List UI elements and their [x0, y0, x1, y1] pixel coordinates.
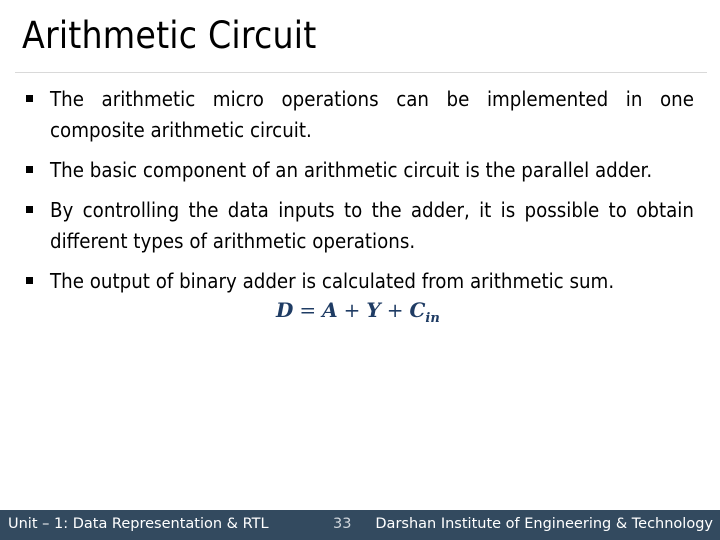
- square-bullet-icon: [26, 166, 33, 173]
- bullet-list: The arithmetic micro operations can be i…: [22, 84, 696, 306]
- slide-title: Arithmetic Circuit: [22, 14, 317, 57]
- square-bullet-icon: [26, 277, 33, 284]
- bullet-item: The basic component of an arithmetic cir…: [22, 155, 696, 186]
- footer-institute: Darshan Institute of Engineering & Techn…: [375, 516, 713, 532]
- square-bullet-icon: [26, 206, 33, 213]
- formula-equals: =: [299, 298, 317, 322]
- footer-unit: Unit – 1: Data Representation & RTL: [8, 516, 269, 532]
- title-divider: [15, 72, 707, 73]
- formula-c-subscript: in: [425, 311, 440, 326]
- footer-bar: Unit – 1: Data Representation & RTL 33 D…: [0, 510, 720, 540]
- bullet-item: By controlling the data inputs to the ad…: [22, 195, 696, 257]
- bullet-item: The output of binary adder is calculated…: [22, 266, 696, 297]
- bullet-text: By controlling the data inputs to the ad…: [50, 198, 694, 253]
- formula-c: C: [409, 298, 426, 322]
- formula-a: A: [322, 298, 338, 322]
- sum-formula: D = A + Y + Cin: [276, 298, 440, 326]
- bullet-text: The arithmetic micro operations can be i…: [50, 87, 694, 142]
- page-number: 33: [333, 516, 352, 532]
- square-bullet-icon: [26, 95, 33, 102]
- bullet-item: The arithmetic micro operations can be i…: [22, 84, 696, 146]
- bullet-text: The basic component of an arithmetic cir…: [50, 158, 653, 182]
- bullet-text: The output of binary adder is calculated…: [50, 269, 615, 293]
- formula-plus: +: [386, 298, 404, 322]
- formula-d: D: [276, 298, 294, 322]
- formula-y: Y: [366, 298, 381, 322]
- formula-plus: +: [343, 298, 361, 322]
